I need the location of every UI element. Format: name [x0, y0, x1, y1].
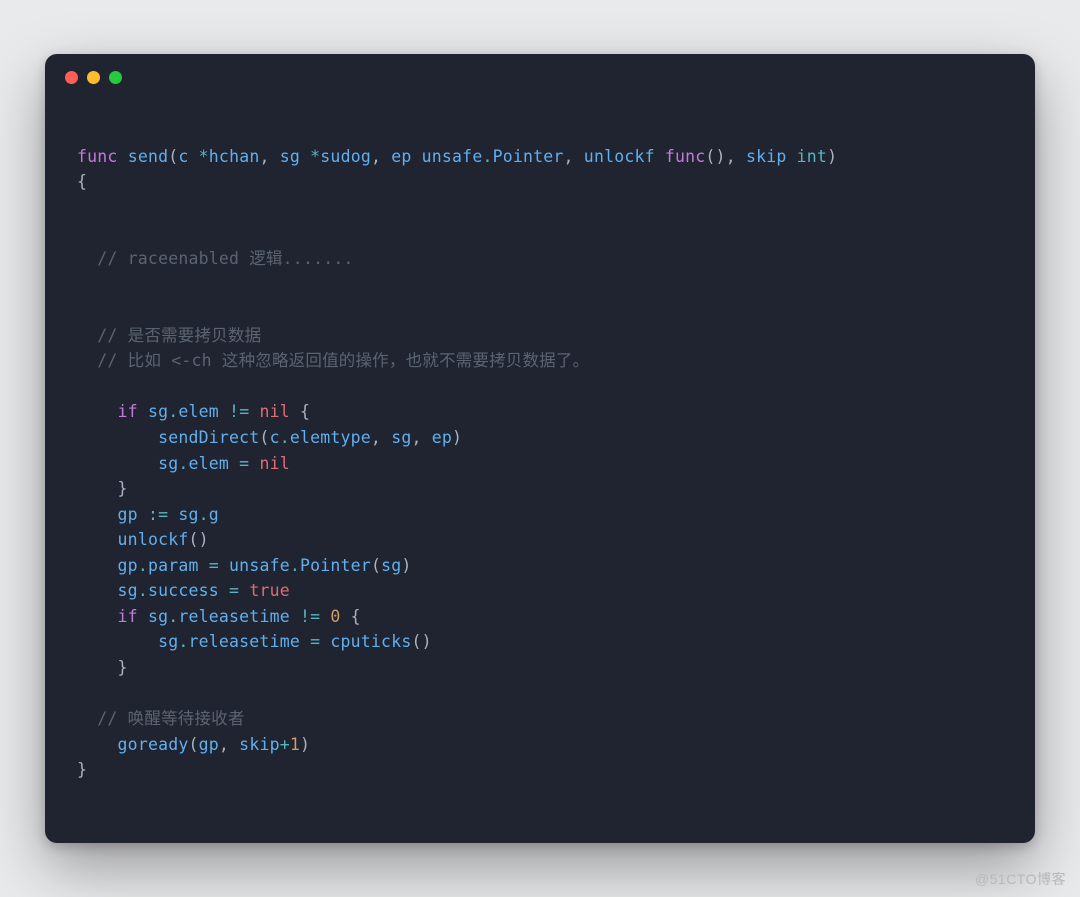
minimize-icon[interactable]: [87, 71, 100, 84]
code-line: gp := sg.g: [77, 505, 219, 524]
code-line: goready(gp, skip+1): [77, 735, 310, 754]
code-line: gp.param = unsafe.Pointer(sg): [77, 556, 412, 575]
close-icon[interactable]: [65, 71, 78, 84]
code-line: sg.elem = nil: [77, 454, 290, 473]
code-line: sg.success = true: [77, 581, 290, 600]
code-line: unlockf(): [77, 530, 209, 549]
window-titlebar: [45, 54, 1035, 100]
code-line: sg.releasetime = cputicks(): [77, 632, 432, 651]
watermark-text: @51CTO博客: [975, 869, 1066, 889]
code-comment: // 唤醒等待接收者: [77, 709, 245, 728]
code-comment: // 比如 <-ch 这种忽略返回值的操作，也就不需要拷贝数据了。: [77, 351, 589, 370]
code-line: sendDirect(c.elemtype, sg, ep): [77, 428, 462, 447]
code-line: }: [77, 658, 128, 677]
code-comment: // 是否需要拷贝数据: [77, 326, 261, 345]
code-line: if sg.elem != nil {: [77, 402, 310, 421]
code-line: }: [77, 479, 128, 498]
code-line: {: [77, 172, 87, 191]
code-comment: // raceenabled 逻辑.......: [77, 249, 354, 268]
code-line: func send(c *hchan, sg *sudog, ep unsafe…: [77, 147, 847, 166]
code-window: func send(c *hchan, sg *sudog, ep unsafe…: [45, 54, 1035, 843]
code-line: if sg.releasetime != 0 {: [77, 607, 361, 626]
code-line: }: [77, 760, 87, 779]
code-body: func send(c *hchan, sg *sudog, ep unsafe…: [45, 100, 1035, 843]
maximize-icon[interactable]: [109, 71, 122, 84]
